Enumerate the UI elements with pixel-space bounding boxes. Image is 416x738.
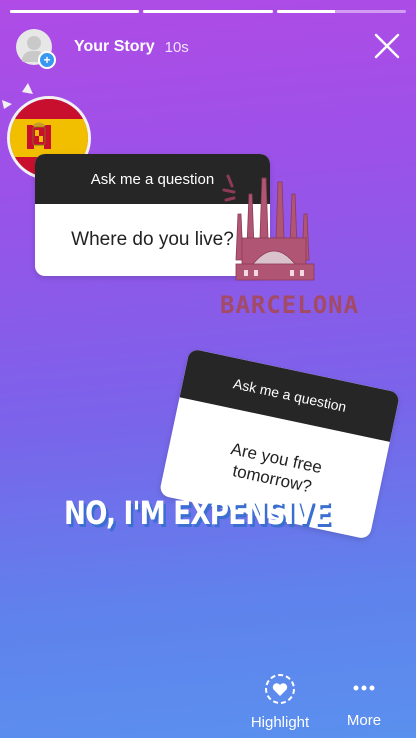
story-username[interactable]: Your Story [74,38,155,56]
highlight-button[interactable]: Highlight [247,672,313,731]
barcelona-label: BARCELONA [220,291,360,319]
story-caption-text[interactable]: NO, I'M EXPENSIVE [64,494,331,532]
progress-segment-1 [10,10,140,13]
story-header: + Your Story 10s [16,27,402,69]
more-button[interactable]: More [340,672,388,729]
highlight-heart-icon [265,674,295,704]
close-button[interactable] [372,31,402,61]
story-timestamp: 10s [164,38,189,56]
close-icon [374,33,400,59]
add-story-icon[interactable]: + [38,51,56,69]
progress-segment-2 [143,10,273,13]
sagrada-familia-icon [222,174,315,281]
story-progress-bar [10,10,406,13]
more-label: More [346,712,382,729]
avatar[interactable]: + [16,29,56,69]
progress-segment-3 [276,10,406,13]
more-dots-icon [352,672,376,704]
highlight-label: Highlight [250,714,310,731]
